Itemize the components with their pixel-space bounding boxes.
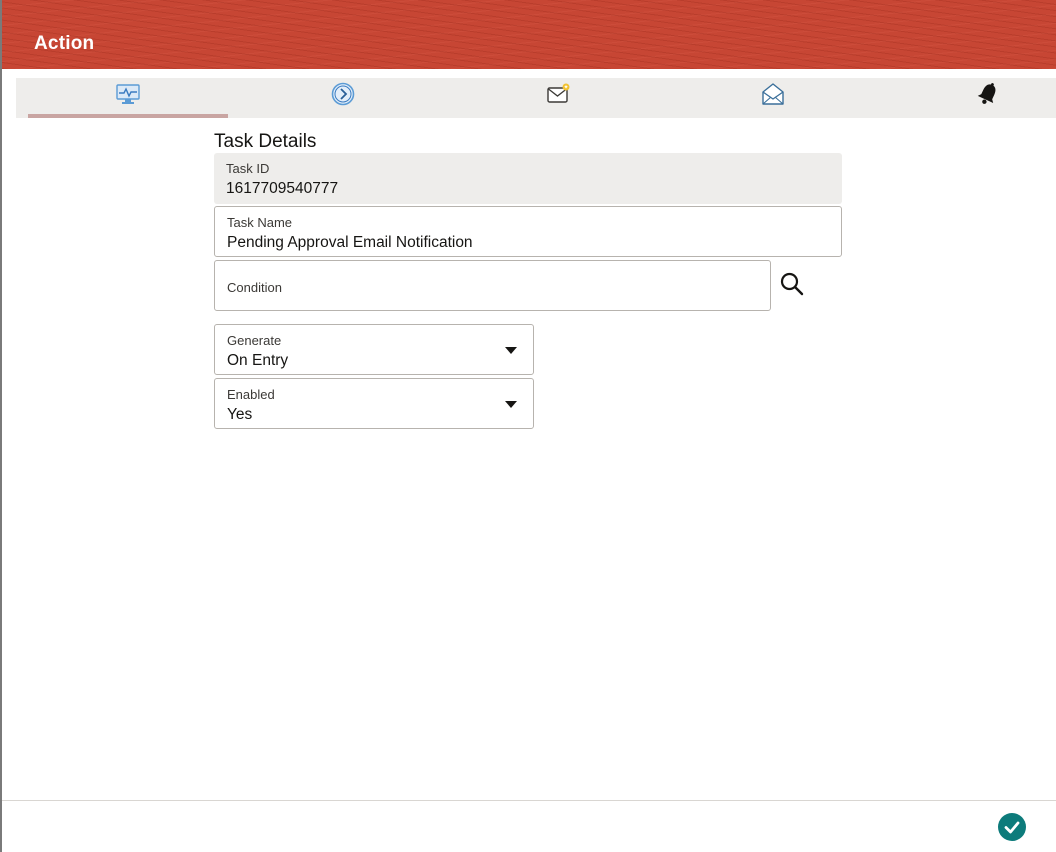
task-id-field: Task ID 1617709540777 <box>214 153 842 204</box>
enabled-label: Enabled <box>227 387 275 402</box>
task-name-input[interactable]: Pending Approval Email Notification <box>227 234 473 252</box>
dialog-header: Action <box>2 0 1056 69</box>
tab-schedule[interactable] <box>243 78 443 118</box>
task-name-field[interactable]: Task Name Pending Approval Email Notific… <box>214 206 842 257</box>
tab-task-details[interactable] <box>28 78 228 118</box>
condition-label: Condition <box>227 280 282 295</box>
condition-field[interactable]: Condition <box>214 260 771 311</box>
tab-bar: ✦ <box>16 78 1056 118</box>
clock-arrow-icon <box>331 82 355 106</box>
dialog-title: Action <box>34 33 95 54</box>
generate-label: Generate <box>227 333 282 348</box>
task-id-label: Task ID <box>226 161 270 176</box>
open-envelope-icon <box>762 83 784 105</box>
tab-notification[interactable]: ✦ <box>458 78 658 118</box>
ok-button[interactable] <box>998 813 1026 841</box>
action-dialog: Action ✦ Task Details Task ID 1617709540… <box>0 0 1056 852</box>
task-name-label: Task Name <box>227 215 293 230</box>
bell-icon <box>977 83 996 104</box>
footer-divider <box>2 800 1056 801</box>
task-id-value: 1617709540777 <box>226 180 339 197</box>
enabled-select[interactable]: Enabled Yes <box>214 378 534 429</box>
monitor-activity-icon <box>116 84 140 104</box>
section-title: Task Details <box>214 131 317 152</box>
enabled-value: Yes <box>227 406 253 423</box>
tab-email[interactable] <box>673 78 873 118</box>
chevron-down-icon[interactable] <box>505 347 517 354</box>
mail-new-icon: ✦ <box>547 83 570 103</box>
search-icon <box>780 272 804 296</box>
condition-search-button[interactable] <box>778 270 806 298</box>
chevron-down-icon[interactable] <box>505 401 517 408</box>
svg-text:✦: ✦ <box>563 84 568 91</box>
generate-value: On Entry <box>227 352 289 369</box>
check-icon <box>1004 821 1020 834</box>
generate-select[interactable]: Generate On Entry <box>214 324 534 375</box>
tab-alerts[interactable] <box>888 78 1056 118</box>
